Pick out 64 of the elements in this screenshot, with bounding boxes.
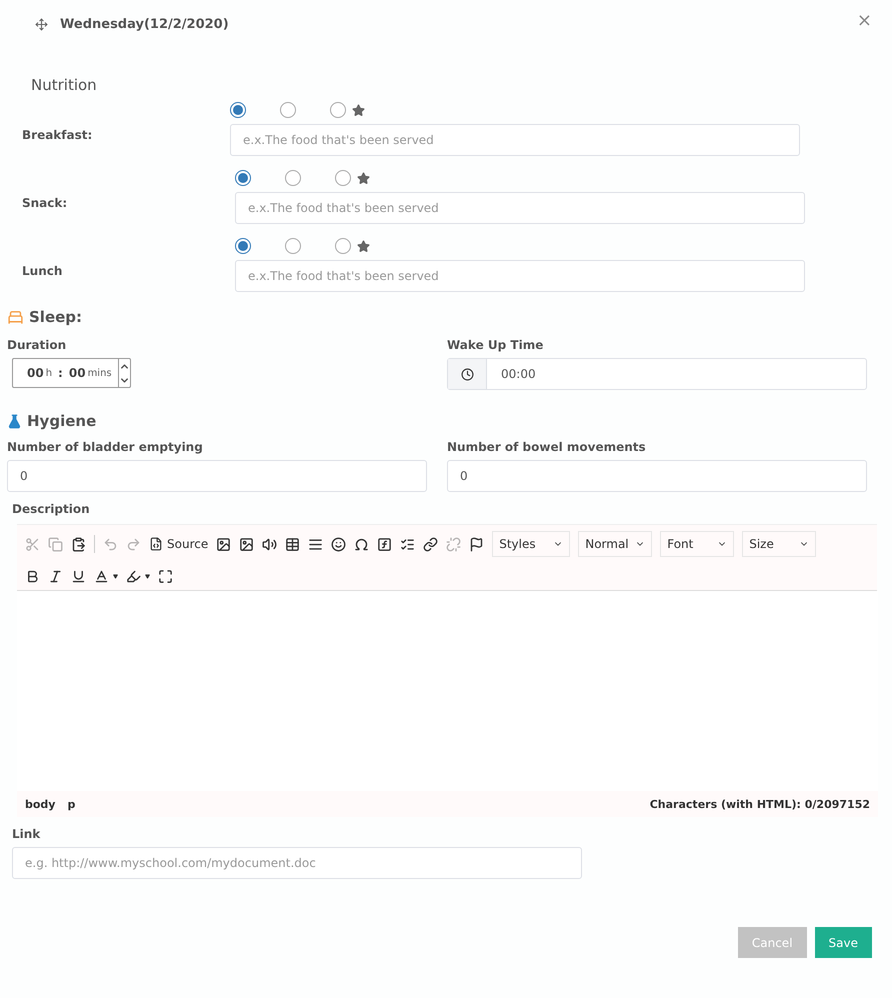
section-heading: Nutrition bbox=[31, 76, 97, 94]
table-icon[interactable] bbox=[285, 536, 300, 552]
radio-button[interactable] bbox=[330, 102, 346, 118]
food-input[interactable]: e.x.The food that's been served bbox=[235, 260, 805, 292]
underline-icon[interactable] bbox=[71, 569, 86, 584]
field-label: Number of bladder emptying bbox=[7, 440, 203, 454]
section-heading: Sleep: bbox=[29, 308, 82, 326]
maximize-icon[interactable] bbox=[158, 569, 173, 584]
field-label: Duration bbox=[7, 338, 66, 352]
radio-button[interactable] bbox=[285, 238, 301, 254]
toolbar-dropdown[interactable]: Font bbox=[660, 531, 734, 557]
meal-label: Breakfast: bbox=[21, 128, 94, 144]
star-icon bbox=[352, 104, 365, 116]
toolbar-dropdown[interactable]: Styles bbox=[492, 531, 570, 557]
clock-icon bbox=[460, 368, 474, 380]
omega-icon[interactable] bbox=[354, 536, 370, 552]
highlighter-icon[interactable] bbox=[126, 569, 150, 584]
radio-button[interactable] bbox=[235, 170, 251, 186]
clipboard-icon[interactable] bbox=[71, 536, 86, 552]
radio-button[interactable] bbox=[280, 102, 296, 118]
toolbar-dropdown[interactable]: Normal bbox=[578, 531, 652, 557]
smiley-icon[interactable] bbox=[331, 536, 346, 552]
time-field[interactable]: 00:00 bbox=[447, 358, 867, 390]
flag-icon[interactable] bbox=[469, 536, 484, 552]
move-icon[interactable] bbox=[35, 18, 48, 30]
link-input[interactable]: e.g. http://www.myschool.com/mydocument.doc bbox=[12, 847, 582, 879]
lines-icon[interactable] bbox=[308, 536, 324, 552]
flask-icon bbox=[7, 414, 22, 428]
dialog-title: Wednesday(12/2/2020) bbox=[60, 16, 229, 32]
text-color-icon[interactable] bbox=[94, 569, 118, 584]
duration-field[interactable]: 00 h : 00 mins bbox=[12, 358, 131, 388]
radio-button[interactable] bbox=[335, 238, 351, 254]
section-heading: Hygiene bbox=[27, 412, 96, 430]
field-label: Number of bowel movements bbox=[447, 440, 646, 454]
bed-icon bbox=[7, 308, 24, 326]
toolbar-dropdown[interactable]: Size bbox=[742, 531, 816, 557]
element-path[interactable]: p bbox=[67, 798, 76, 810]
image-icon[interactable] bbox=[239, 536, 254, 552]
meal-label: Lunch bbox=[21, 264, 64, 280]
bold-icon[interactable] bbox=[25, 569, 40, 584]
image-icon[interactable] bbox=[216, 536, 232, 552]
character-counter: Characters (with HTML): 0/2097152 bbox=[650, 798, 870, 810]
star-icon bbox=[357, 172, 370, 184]
field-label: Link bbox=[12, 827, 42, 841]
list-icon[interactable] bbox=[400, 536, 416, 552]
file-code-icon bbox=[149, 537, 163, 551]
italic-icon[interactable] bbox=[48, 569, 63, 584]
star-icon bbox=[357, 240, 370, 252]
food-input[interactable]: e.x.The food that's been served bbox=[230, 124, 800, 156]
number-input[interactable]: 0 bbox=[447, 460, 867, 492]
speaker-icon[interactable] bbox=[262, 536, 278, 552]
function-icon[interactable] bbox=[377, 536, 392, 552]
link-icon[interactable] bbox=[423, 536, 438, 552]
meal-label: Snack: bbox=[21, 196, 68, 212]
element-path[interactable]: body bbox=[25, 798, 56, 810]
field-label: Description bbox=[12, 502, 91, 516]
radio-button[interactable] bbox=[230, 102, 246, 118]
radio-button[interactable] bbox=[285, 170, 301, 186]
radio-button[interactable] bbox=[235, 238, 251, 254]
field-label: Wake Up Time bbox=[447, 338, 544, 352]
source-button[interactable]: Source bbox=[149, 537, 208, 551]
radio-button[interactable] bbox=[335, 170, 351, 186]
number-input[interactable]: 0 bbox=[7, 460, 427, 492]
food-input[interactable]: e.x.The food that's been served bbox=[235, 192, 805, 224]
